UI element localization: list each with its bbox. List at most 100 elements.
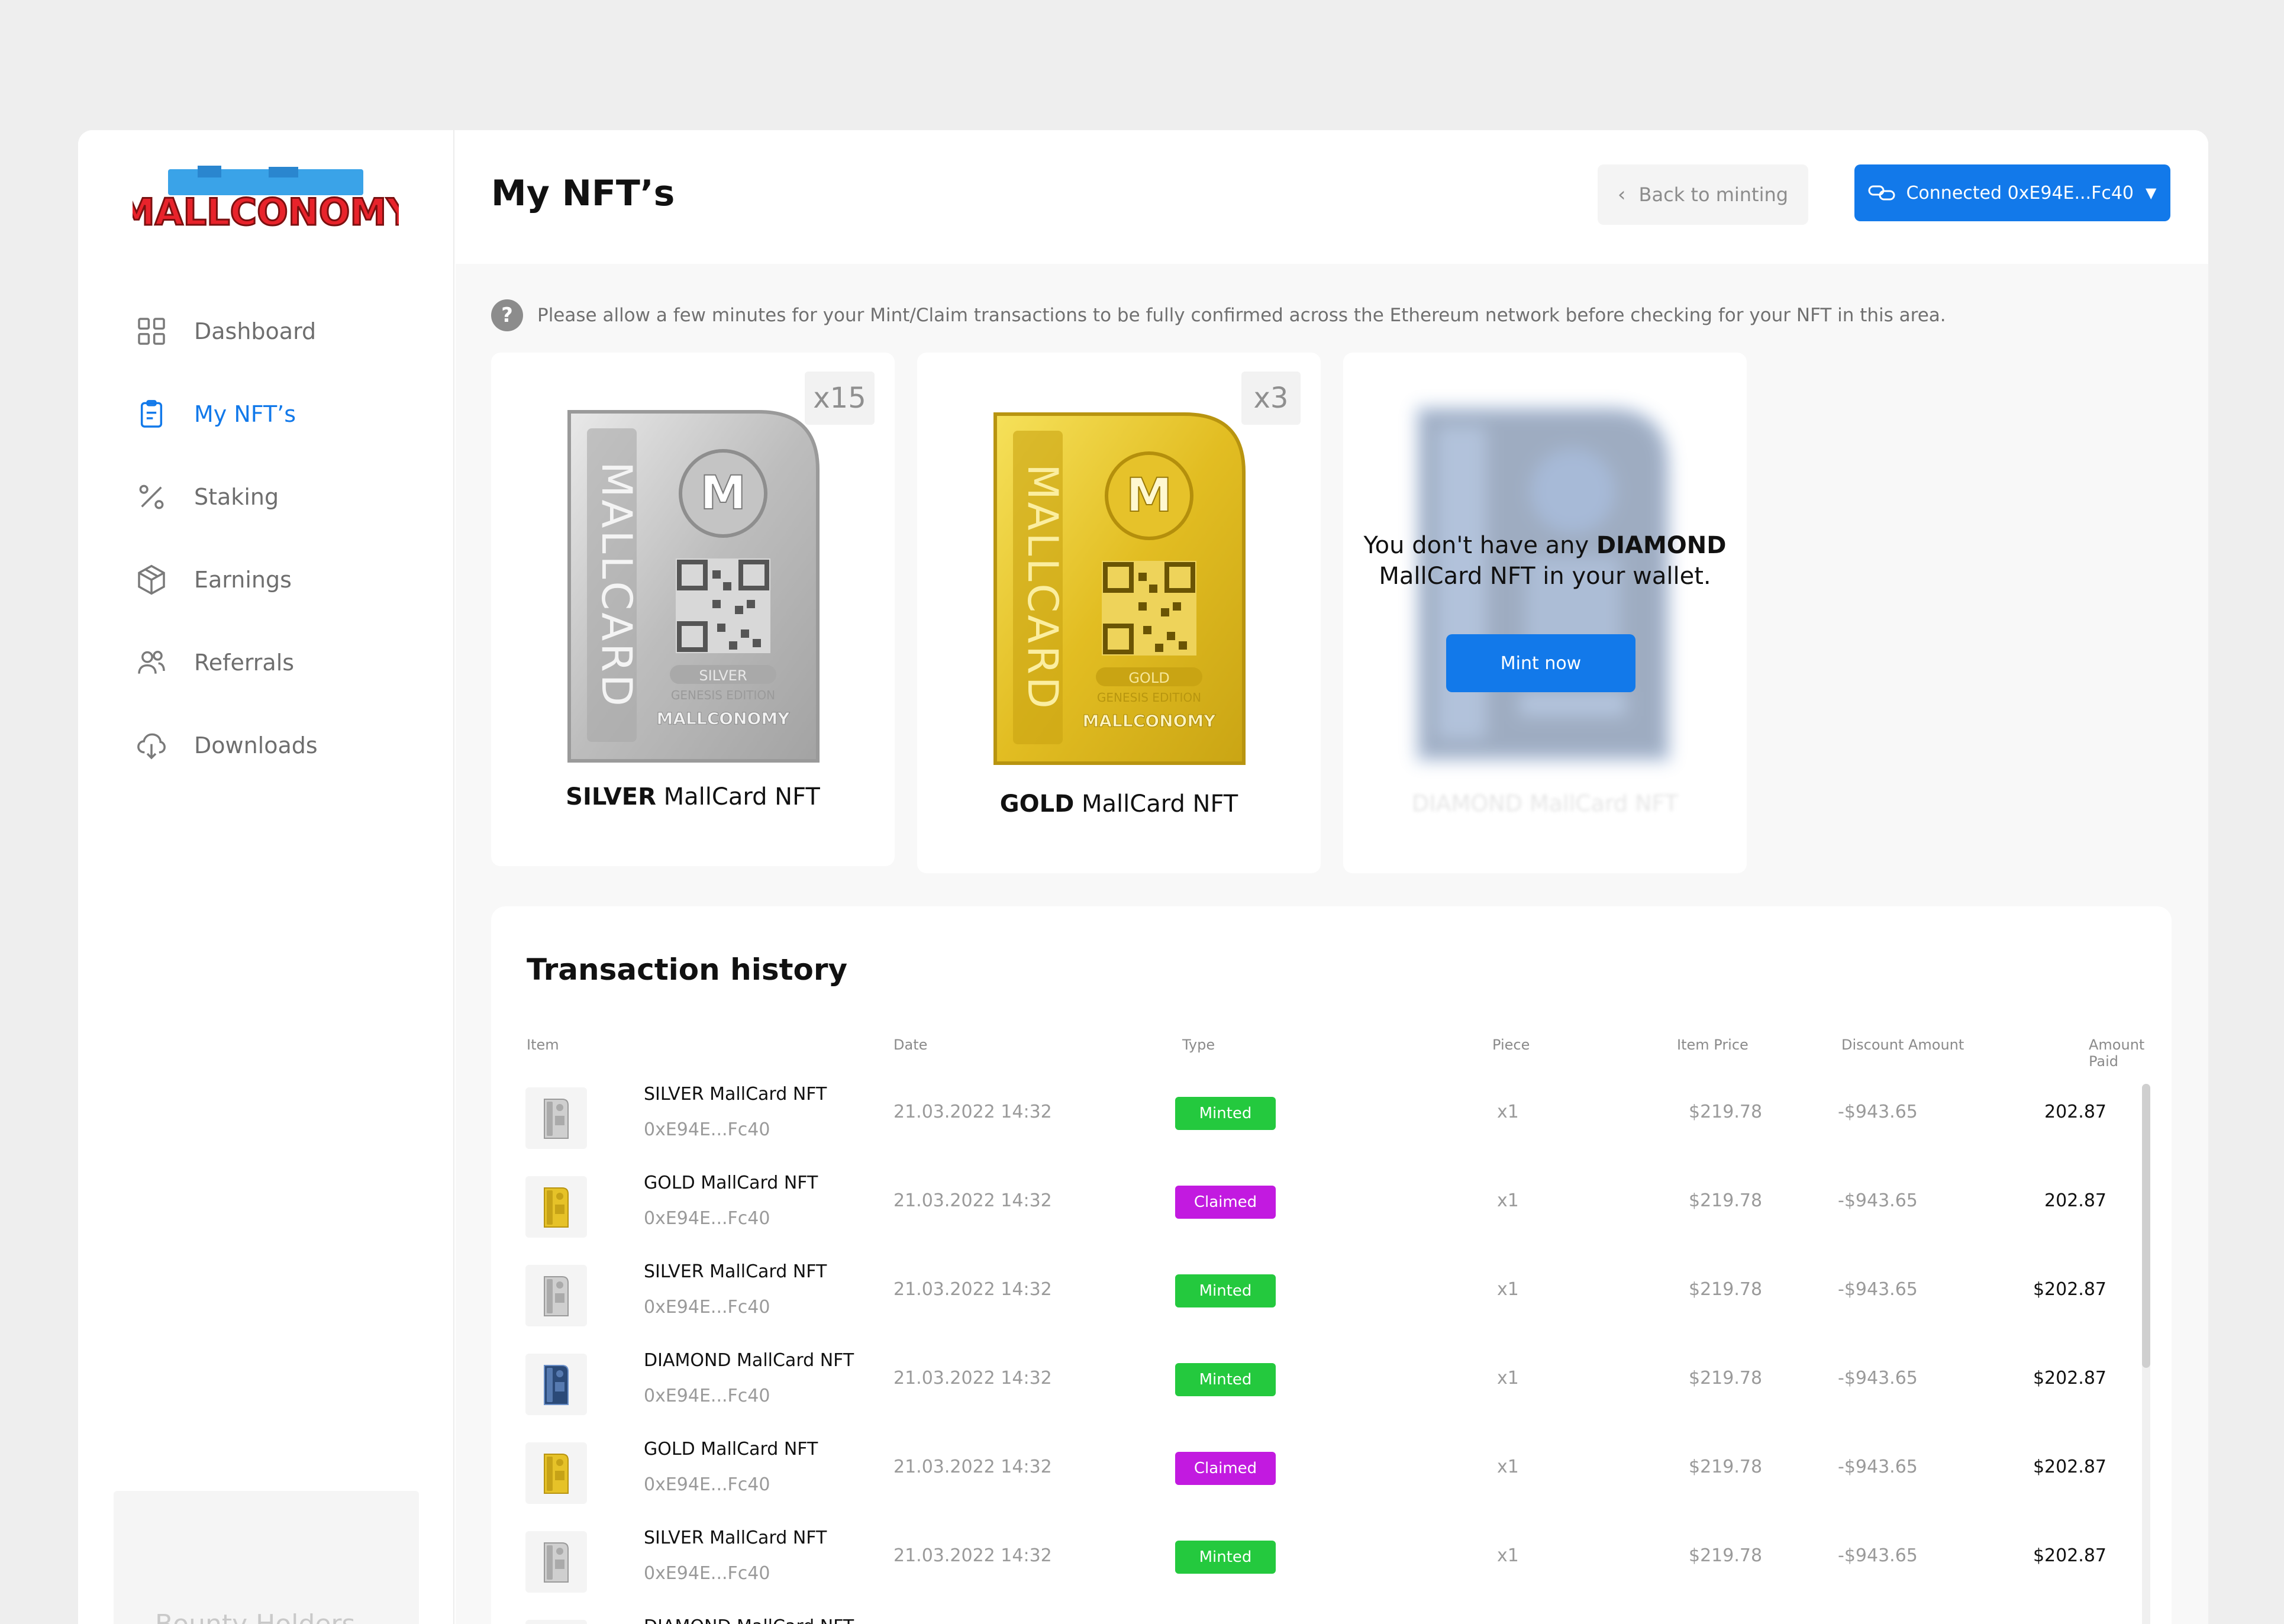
table-scrollbar[interactable] — [2142, 1084, 2150, 1624]
nft-card-title: SILVER MallCard NFT — [566, 783, 820, 811]
gold-art-brand: MALLCONOMY — [1083, 711, 1217, 731]
mint-now-button[interactable]: Mint now — [1446, 634, 1635, 692]
type-badge: Claimed — [1175, 1186, 1276, 1219]
discount-amount: -$943.65 — [1838, 1190, 1918, 1211]
item-price: $219.78 — [1689, 1545, 1763, 1566]
amount-paid: $202.87 — [2033, 1457, 2106, 1477]
nft-card-silver[interactable]: x15 MALLCARD M SILVER GENESIS EDITION MA… — [491, 353, 895, 866]
nft-card-title: DIAMOND MallCard NFT — [1412, 790, 1678, 816]
table-row[interactable]: GOLD MallCard NFT 0xE94E...Fc40 21.03.20… — [491, 1167, 2172, 1255]
column-header-type: Type — [1182, 1037, 1215, 1053]
confirmation-notice: ? Please allow a few minutes for your Mi… — [491, 299, 1946, 331]
item-address: 0xE94E...Fc40 — [644, 1474, 770, 1495]
type-badge: Minted — [1175, 1363, 1276, 1396]
piece-count: x1 — [1497, 1279, 1519, 1300]
transaction-history-panel: Transaction history Item Date Type Piece… — [491, 906, 2172, 1624]
item-price: $219.78 — [1689, 1279, 1763, 1300]
main-content: My NFT’s ‹ Back to minting Connected 0xE… — [456, 130, 2208, 1624]
table-row[interactable]: DIAMOND MallCard NFT 0xE94E...Fc40 21.03… — [491, 1344, 2172, 1433]
table-row[interactable]: GOLD MallCard NFT 0xE94E...Fc40 21.03.20… — [491, 1433, 2172, 1522]
sidebar-item-staking[interactable]: Staking — [135, 456, 318, 538]
mallcard-thumb-icon — [544, 1454, 569, 1494]
link-icon — [1868, 185, 1895, 201]
transaction-date: 21.03.2022 14:32 — [893, 1190, 1052, 1211]
piece-count: x1 — [1497, 1545, 1519, 1566]
wallet-label: Connected 0xE94E...Fc40 — [1906, 182, 2134, 204]
nft-card-gold[interactable]: x3 MALLCARD M GOLD GENESIS EDITION MALLC… — [917, 353, 1321, 873]
table-row[interactable]: SILVER MallCard NFT 0xE94E...Fc40 21.03.… — [491, 1078, 2172, 1167]
amount-paid: $202.87 — [2033, 1368, 2106, 1389]
discount-amount: -$943.65 — [1838, 1279, 1918, 1300]
sidebar-item-dashboard[interactable]: Dashboard — [135, 290, 318, 373]
nft-card-title: GOLD MallCard NFT — [999, 790, 1238, 818]
column-header-date: Date — [893, 1037, 928, 1053]
nft-thumbnail — [525, 1176, 587, 1238]
transaction-date: 21.03.2022 14:32 — [893, 1545, 1052, 1566]
nft-card-diamond: You don't have any DIAMOND MallCard NFT … — [1343, 353, 1747, 873]
discount-amount: -$943.65 — [1838, 1457, 1918, 1477]
type-badge: Minted — [1175, 1541, 1276, 1574]
back-to-minting-button[interactable]: ‹ Back to minting — [1598, 164, 1808, 225]
wallet-connected-button[interactable]: Connected 0xE94E...Fc40 ▼ — [1854, 164, 2170, 221]
sidebar-item-downloads[interactable]: Downloads — [135, 704, 318, 787]
item-name: GOLD MallCard NFT — [644, 1173, 818, 1193]
gold-mallcard-image: MALLCARD M GOLD GENESIS EDITION MALLCONO… — [993, 412, 1246, 765]
discount-amount: -$943.65 — [1838, 1102, 1918, 1122]
notice-text: Please allow a few minutes for your Mint… — [537, 305, 1946, 326]
sidebar-item-label: Staking — [194, 484, 279, 510]
item-address: 0xE94E...Fc40 — [644, 1386, 770, 1406]
item-address: 0xE94E...Fc40 — [644, 1563, 770, 1584]
chevron-left-icon: ‹ — [1617, 183, 1626, 206]
transaction-date: 21.03.2022 14:32 — [893, 1102, 1052, 1122]
page-header: My NFT’s ‹ Back to minting Connected 0xE… — [456, 130, 2208, 264]
type-badge: Minted — [1175, 1097, 1276, 1130]
item-name: SILVER MallCard NFT — [644, 1261, 827, 1282]
amount-paid: 202.87 — [2044, 1102, 2106, 1122]
gold-art-edition: GENESIS EDITION — [1097, 690, 1201, 705]
item-name: DIAMOND MallCard NFT — [644, 1350, 854, 1371]
svg-text:M: M — [1126, 469, 1172, 522]
item-price: $219.78 — [1689, 1368, 1763, 1389]
table-row[interactable]: SILVER MallCard NFT 0xE94E...Fc40 21.03.… — [491, 1255, 2172, 1344]
sidebar-item-label: Dashboard — [194, 318, 317, 344]
mallcard-thumb-icon — [544, 1187, 569, 1228]
nft-thumbnail — [525, 1265, 587, 1326]
mallconomy-logo[interactable]: MALLCONOMY — [133, 166, 399, 243]
sidebar-item-label: Referrals — [194, 650, 295, 676]
item-name: SILVER MallCard NFT — [644, 1084, 827, 1105]
mallcard-thumb-icon — [544, 1542, 569, 1583]
sidebar-item-label: Downloads — [194, 732, 318, 758]
bounty-promo[interactable]: Bounty Holders — [114, 1491, 419, 1624]
transaction-date: 21.03.2022 14:32 — [893, 1279, 1052, 1300]
grid-icon — [138, 318, 165, 345]
users-icon — [138, 651, 165, 674]
item-name: SILVER MallCard NFT — [644, 1528, 827, 1548]
sidebar-item-referrals[interactable]: Referrals — [135, 621, 318, 704]
transaction-date: 21.03.2022 14:32 — [893, 1368, 1052, 1389]
sidebar-nav: Dashboard My NFT’s Staking Earnings Refe… — [135, 290, 318, 787]
gold-art-tier: GOLD — [1128, 670, 1169, 686]
column-header-amount-paid: Amount Paid — [2089, 1037, 2145, 1070]
silver-mallcard-image: MALLCARD M SILVER GENESIS EDITION MALLCO… — [567, 410, 820, 763]
scrollbar-thumb[interactable] — [2142, 1084, 2150, 1368]
column-header-item: Item — [527, 1037, 559, 1053]
sidebar-item-earnings[interactable]: Earnings — [135, 538, 318, 621]
amount-paid: $202.87 — [2033, 1545, 2106, 1566]
cloud-download-icon — [137, 733, 166, 760]
piece-count: x1 — [1497, 1102, 1519, 1122]
item-address: 0xE94E...Fc40 — [644, 1119, 770, 1140]
caret-down-icon: ▼ — [2146, 185, 2157, 201]
logo-text: MALLCONOMY — [133, 191, 399, 234]
sidebar: MALLCONOMY Dashboard My NFT’s Staking Ea… — [78, 130, 454, 1624]
type-badge: Claimed — [1175, 1452, 1276, 1485]
table-row[interactable]: DIAMOND MallCard NFT — [491, 1610, 2172, 1624]
nft-thumbnail — [525, 1442, 587, 1504]
nft-thumbnail — [525, 1531, 587, 1593]
silver-art-tier: SILVER — [699, 667, 747, 684]
item-address: 0xE94E...Fc40 — [644, 1208, 770, 1229]
table-row[interactable]: SILVER MallCard NFT 0xE94E...Fc40 21.03.… — [491, 1522, 2172, 1610]
sidebar-item-my-nfts[interactable]: My NFT’s — [135, 373, 318, 456]
item-name: GOLD MallCard NFT — [644, 1439, 818, 1460]
app-window: MALLCONOMY Dashboard My NFT’s Staking Ea… — [78, 130, 2208, 1624]
column-header-piece: Piece — [1492, 1037, 1530, 1053]
